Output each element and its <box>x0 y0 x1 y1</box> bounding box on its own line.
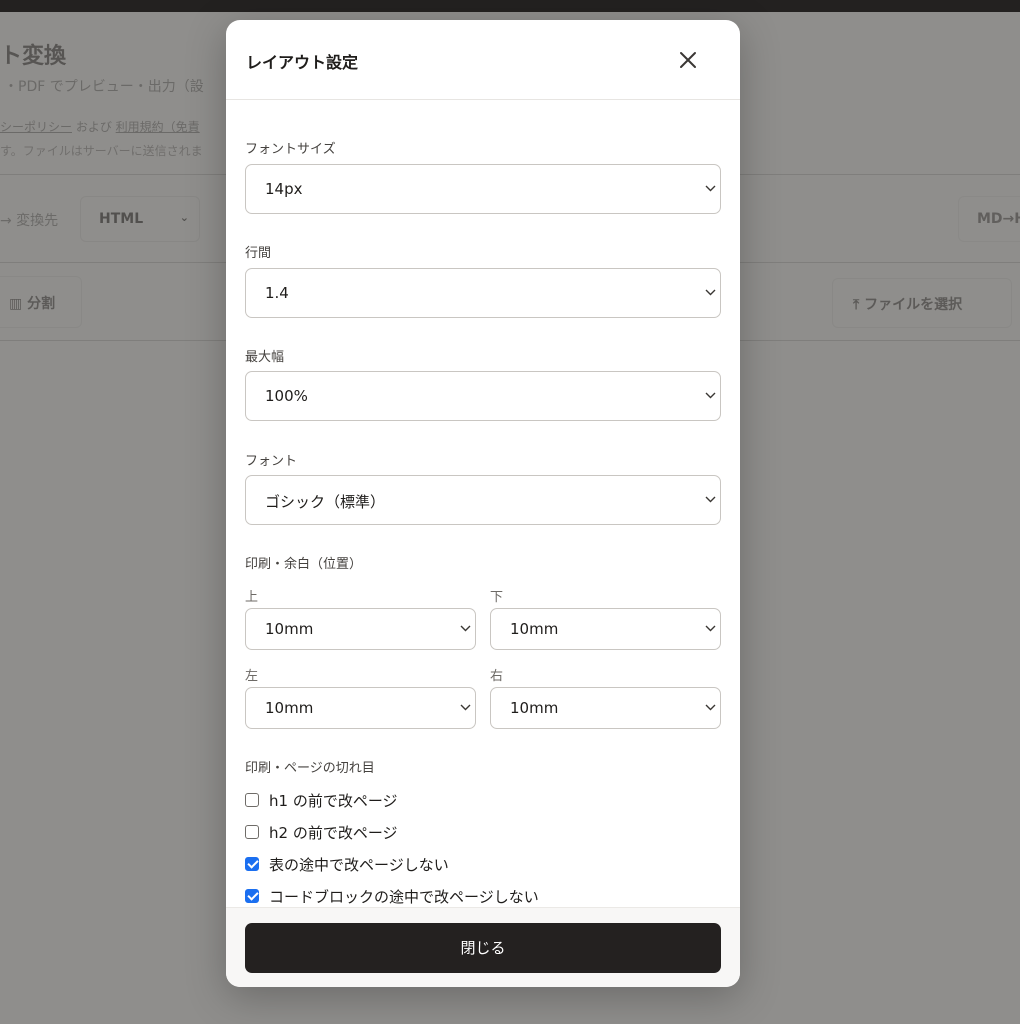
line-height-value: 1.4 <box>265 284 289 302</box>
page-break-h1-option[interactable]: h1 の前で改ページ <box>245 790 398 810</box>
page-break-h1-checkbox[interactable] <box>245 793 259 807</box>
margins-label: 印刷・余白（位置） <box>245 557 363 572</box>
margin-left-value: 10mm <box>265 699 314 717</box>
font-select[interactable]: ゴシック（標準） <box>245 475 721 525</box>
margin-top-select[interactable]: 10mm <box>245 608 476 650</box>
avoid-break-table-checkbox[interactable] <box>245 857 259 871</box>
max-width-label: 最大幅 <box>245 350 285 365</box>
margin-right-select[interactable]: 10mm <box>490 687 721 729</box>
chevron-down-icon <box>705 625 716 632</box>
modal-overlay: レイアウト設定 フォントサイズ 14px 行間 1.4 最大幅 100% フォン… <box>0 0 1020 1024</box>
dialog-footer: 閉じる <box>226 907 740 987</box>
dialog-body: フォントサイズ 14px 行間 1.4 最大幅 100% フォント ゴシック（標… <box>226 100 740 907</box>
max-width-select[interactable]: 100% <box>245 371 721 421</box>
max-width-value: 100% <box>265 387 308 405</box>
margin-left-label: 左 <box>245 669 259 684</box>
dialog-title: レイアウト設定 <box>246 53 359 72</box>
close-icon[interactable] <box>676 48 700 72</box>
avoid-break-code-label: コードブロックの途中で改ページしない <box>269 887 539 906</box>
page-break-h1-label: h1 の前で改ページ <box>269 791 398 810</box>
margin-top-value: 10mm <box>265 620 314 638</box>
page-breaks-label: 印刷・ページの切れ目 <box>245 761 375 776</box>
chevron-down-icon <box>705 704 716 711</box>
chevron-down-icon <box>705 496 716 503</box>
margin-right-value: 10mm <box>510 699 559 717</box>
margin-left-select[interactable]: 10mm <box>245 687 476 729</box>
margin-bottom-value: 10mm <box>510 620 559 638</box>
font-size-value: 14px <box>265 180 303 198</box>
chevron-down-icon <box>460 625 471 632</box>
avoid-break-code-option[interactable]: コードブロックの途中で改ページしない <box>245 886 539 906</box>
dialog-header: レイアウト設定 <box>226 20 740 100</box>
margin-top-label: 上 <box>245 590 259 605</box>
avoid-break-table-option[interactable]: 表の途中で改ページしない <box>245 854 449 874</box>
avoid-break-code-checkbox[interactable] <box>245 889 259 903</box>
close-button[interactable]: 閉じる <box>245 923 721 973</box>
font-size-select[interactable]: 14px <box>245 164 721 214</box>
margin-right-label: 右 <box>490 669 504 684</box>
font-size-label: フォントサイズ <box>245 142 336 157</box>
line-height-label: 行間 <box>245 246 272 261</box>
chevron-down-icon <box>705 185 716 192</box>
page-break-h2-option[interactable]: h2 の前で改ページ <box>245 822 398 842</box>
chevron-down-icon <box>460 704 471 711</box>
font-value: ゴシック（標準） <box>265 493 386 511</box>
line-height-select[interactable]: 1.4 <box>245 268 721 318</box>
margin-bottom-select[interactable]: 10mm <box>490 608 721 650</box>
chevron-down-icon <box>705 289 716 296</box>
chevron-down-icon <box>705 392 716 399</box>
margin-bottom-label: 下 <box>490 590 504 605</box>
font-label: フォント <box>245 454 298 469</box>
layout-settings-dialog: レイアウト設定 フォントサイズ 14px 行間 1.4 最大幅 100% フォン… <box>226 20 740 987</box>
avoid-break-table-label: 表の途中で改ページしない <box>269 855 449 874</box>
page-break-h2-checkbox[interactable] <box>245 825 259 839</box>
page-break-h2-label: h2 の前で改ページ <box>269 823 398 842</box>
